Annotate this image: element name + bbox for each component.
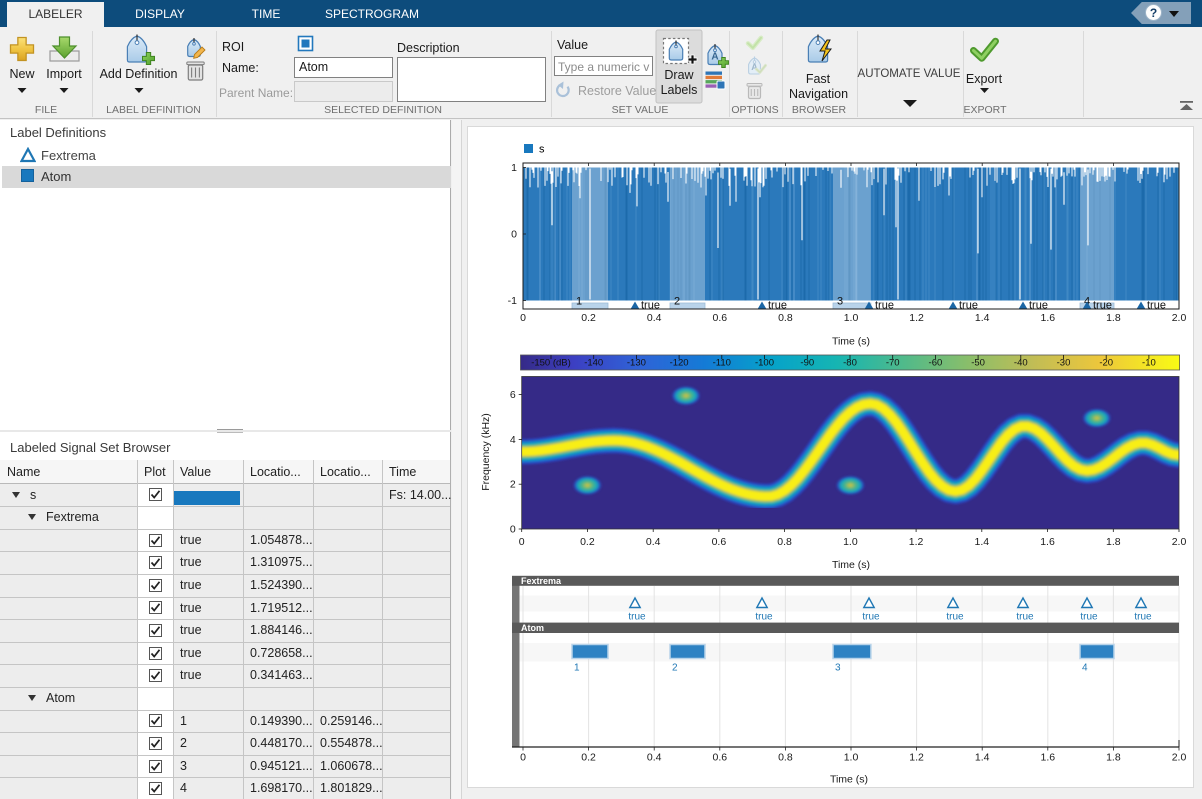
svg-text:0: 0	[520, 312, 526, 324]
svg-text:0.2: 0.2	[581, 312, 596, 324]
svg-text:2: 2	[510, 479, 516, 491]
svg-text:Fextrema: Fextrema	[521, 576, 562, 586]
svg-text:1.0: 1.0	[843, 536, 858, 548]
svg-text:-90: -90	[800, 358, 814, 369]
svg-text:-100: -100	[755, 358, 774, 369]
svg-text:-30: -30	[1057, 358, 1071, 369]
svg-text:-60: -60	[929, 358, 943, 369]
svg-text:true: true	[1029, 300, 1048, 312]
svg-text:4: 4	[1082, 663, 1088, 674]
svg-text:true: true	[959, 300, 978, 312]
svg-text:2: 2	[674, 296, 680, 308]
svg-text:0.8: 0.8	[778, 312, 793, 324]
svg-text:true: true	[946, 612, 964, 623]
svg-text:0.2: 0.2	[581, 752, 596, 764]
svg-text:0: 0	[510, 524, 516, 536]
svg-text:1.6: 1.6	[1040, 536, 1055, 548]
svg-text:-50: -50	[971, 358, 985, 369]
svg-text:Time (s): Time (s)	[832, 336, 870, 348]
svg-text:Time (s): Time (s)	[830, 774, 868, 786]
svg-text:1.8: 1.8	[1106, 752, 1121, 764]
svg-text:1.0: 1.0	[844, 752, 859, 764]
svg-text:-70: -70	[886, 358, 900, 369]
svg-text:true: true	[862, 612, 880, 623]
svg-text:true: true	[1016, 612, 1034, 623]
svg-text:1.6: 1.6	[1040, 752, 1055, 764]
svg-text:1.0: 1.0	[844, 312, 859, 324]
svg-text:3: 3	[835, 663, 841, 674]
svg-text:1.2: 1.2	[909, 312, 924, 324]
svg-text:-10: -10	[1142, 358, 1156, 369]
svg-text:1.4: 1.4	[975, 752, 990, 764]
svg-text:-150 (dB): -150 (dB)	[531, 358, 571, 369]
svg-text:0.8: 0.8	[778, 752, 793, 764]
svg-text:0.2: 0.2	[580, 536, 595, 548]
svg-text:2: 2	[672, 663, 678, 674]
svg-text:1.8: 1.8	[1106, 312, 1121, 324]
svg-text:Frequency (kHz): Frequency (kHz)	[480, 413, 492, 491]
svg-text:0.6: 0.6	[712, 312, 727, 324]
svg-text:6: 6	[510, 389, 516, 401]
svg-text:1.2: 1.2	[909, 536, 924, 548]
svg-text:1.6: 1.6	[1040, 312, 1055, 324]
svg-text:0.4: 0.4	[647, 752, 662, 764]
svg-text:true: true	[1093, 300, 1112, 312]
svg-text:-120: -120	[670, 358, 689, 369]
svg-text:Atom: Atom	[521, 623, 544, 633]
svg-text:1: 1	[576, 296, 582, 308]
svg-text:1.4: 1.4	[975, 312, 990, 324]
svg-text:-1: -1	[508, 295, 517, 307]
svg-text:0: 0	[520, 752, 526, 764]
svg-text:A: A	[711, 52, 718, 63]
svg-text:true: true	[768, 300, 787, 312]
svg-text:3: 3	[837, 296, 843, 308]
svg-text:1.2: 1.2	[909, 752, 924, 764]
svg-text:0.6: 0.6	[712, 752, 727, 764]
svg-text:0: 0	[511, 229, 517, 241]
svg-text:true: true	[628, 612, 646, 623]
svg-text:-130: -130	[627, 358, 646, 369]
svg-text:Time (s): Time (s)	[832, 559, 870, 571]
svg-text:true: true	[875, 300, 894, 312]
svg-text:1: 1	[574, 663, 580, 674]
svg-text:-110: -110	[713, 358, 731, 369]
svg-text:0.8: 0.8	[777, 536, 792, 548]
svg-text:0: 0	[519, 536, 525, 548]
svg-text:-20: -20	[1099, 358, 1113, 369]
svg-text:1.8: 1.8	[1106, 536, 1121, 548]
svg-text:2.0: 2.0	[1172, 312, 1187, 324]
svg-text:-40: -40	[1014, 358, 1028, 369]
svg-text:2.0: 2.0	[1172, 536, 1187, 548]
svg-text:-80: -80	[843, 358, 857, 369]
svg-text:0.4: 0.4	[647, 312, 662, 324]
svg-text:2.0: 2.0	[1172, 752, 1187, 764]
svg-text:true: true	[1080, 612, 1098, 623]
svg-text:1.4: 1.4	[974, 536, 989, 548]
svg-text:true: true	[1134, 612, 1152, 623]
svg-text:true: true	[1147, 300, 1166, 312]
svg-text:4: 4	[510, 434, 516, 446]
svg-text:0.6: 0.6	[712, 536, 727, 548]
svg-text:0.4: 0.4	[646, 536, 661, 548]
svg-text:-140: -140	[584, 358, 603, 369]
svg-text:s: s	[539, 144, 545, 156]
svg-text:true: true	[755, 612, 773, 623]
svg-text:1: 1	[511, 162, 517, 174]
svg-text:true: true	[641, 300, 660, 312]
